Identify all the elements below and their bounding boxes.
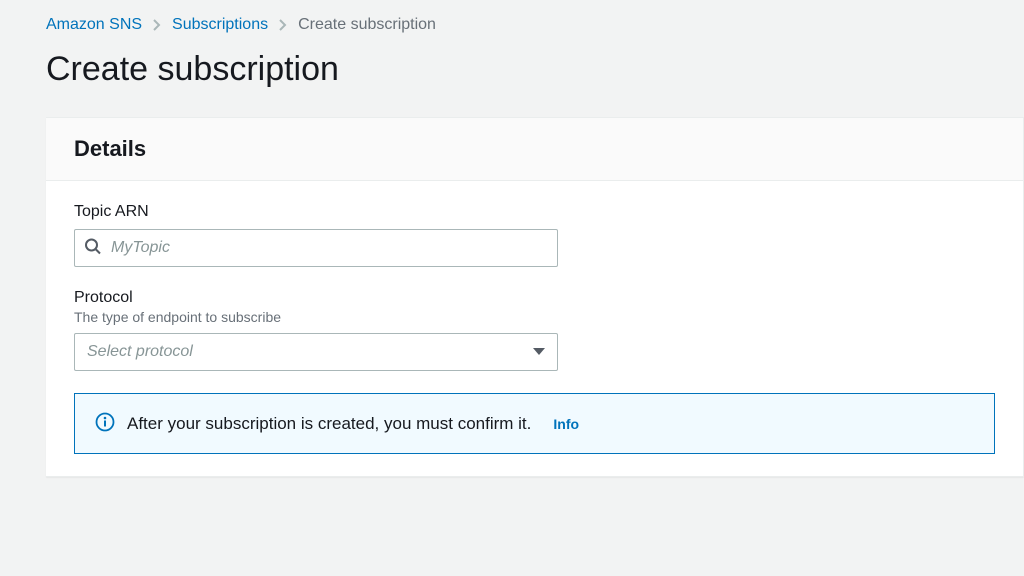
info-link[interactable]: Info	[553, 416, 579, 432]
protocol-label: Protocol	[74, 289, 995, 307]
topic-arn-input[interactable]	[74, 229, 558, 267]
topic-arn-label: Topic ARN	[74, 203, 995, 221]
page-title: Create subscription	[46, 50, 1024, 89]
details-header: Details	[46, 118, 1023, 181]
info-banner-text: After your subscription is created, you …	[127, 414, 531, 434]
protocol-group: Protocol The type of endpoint to subscri…	[74, 289, 995, 371]
protocol-placeholder: Select protocol	[87, 343, 193, 361]
breadcrumb-current: Create subscription	[298, 16, 436, 34]
topic-arn-group: Topic ARN	[74, 203, 995, 267]
protocol-hint: The type of endpoint to subscribe	[74, 309, 995, 325]
chevron-right-icon	[278, 18, 288, 32]
details-heading: Details	[74, 136, 995, 162]
breadcrumb-root[interactable]: Amazon SNS	[46, 16, 142, 34]
search-icon	[84, 238, 102, 259]
info-banner: After your subscription is created, you …	[74, 393, 995, 454]
details-card: Details Topic ARN Protocol T	[46, 117, 1024, 477]
protocol-select[interactable]: Select protocol	[74, 333, 558, 371]
breadcrumb-subscriptions[interactable]: Subscriptions	[172, 16, 268, 34]
chevron-right-icon	[152, 18, 162, 32]
breadcrumb: Amazon SNS Subscriptions Create subscrip…	[46, 16, 1024, 34]
info-icon	[95, 412, 115, 435]
